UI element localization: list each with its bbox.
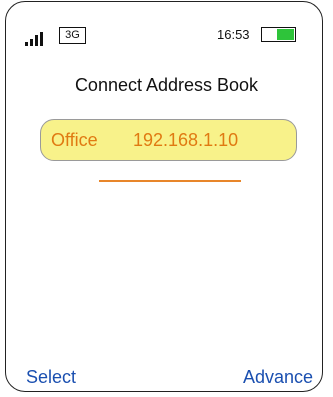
advance-softkey[interactable]: Advance xyxy=(243,366,313,388)
select-softkey[interactable]: Select xyxy=(26,366,76,388)
phone-screen xyxy=(5,1,323,392)
status-clock: 16:53 xyxy=(217,27,250,42)
address-book-entry[interactable]: Office 192.168.1.10 xyxy=(40,119,297,161)
page-title: Connect Address Book xyxy=(74,75,259,95)
entry-address: 192.168.1.10 xyxy=(133,130,239,150)
battery-icon xyxy=(261,27,296,42)
network-type-badge: 3G xyxy=(59,27,86,44)
battery-level xyxy=(277,29,294,40)
divider xyxy=(99,180,241,182)
signal-strength-icon xyxy=(25,32,47,46)
entry-name: Office xyxy=(51,130,98,150)
